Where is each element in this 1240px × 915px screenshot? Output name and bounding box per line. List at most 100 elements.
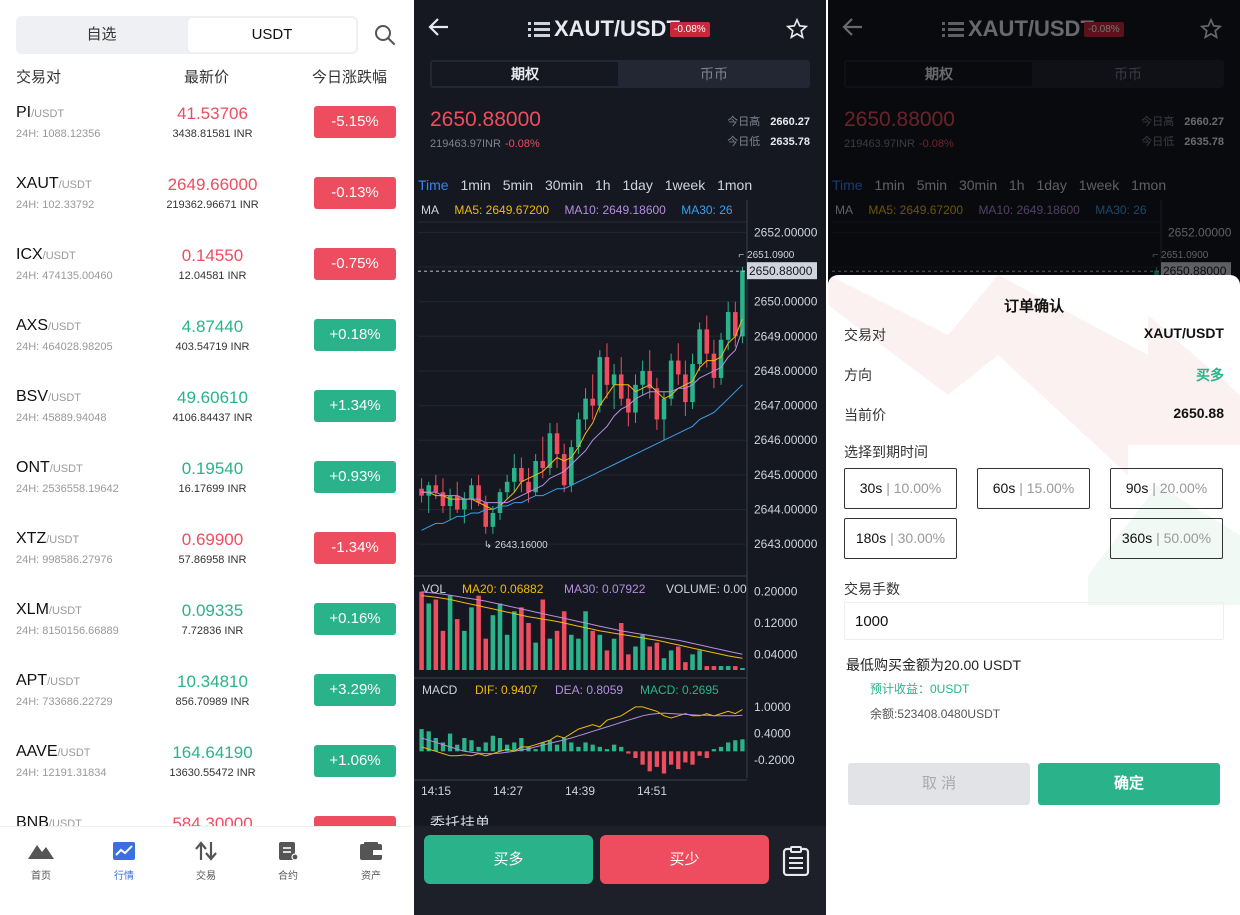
tab-label: 首页 (31, 871, 51, 882)
star-icon[interactable] (786, 18, 808, 40)
option-rate: 50.00% (1163, 530, 1212, 546)
interval-time[interactable]: Time (418, 177, 449, 193)
expiry-option-90s[interactable]: 90s | 20.00% (1110, 468, 1223, 509)
interval-5min[interactable]: 5min (503, 177, 533, 193)
volume-bar (476, 595, 481, 670)
back-arrow-icon[interactable] (428, 16, 450, 38)
tab-contract[interactable]: 合约 (258, 841, 318, 882)
base-symbol: AAVE (16, 743, 58, 760)
expiry-option-360s[interactable]: 360s | 50.00% (1110, 518, 1223, 559)
change-badge: +1.06% (314, 745, 396, 777)
interval-1day[interactable]: 1day (622, 177, 652, 193)
chart-header: XAUT/USDT -0.08% (414, 0, 826, 56)
volume-label: VOLUME: 0.00 (666, 582, 747, 596)
y-tick-label: 2646.00000 (754, 433, 818, 447)
expiry-option-30s[interactable]: 30s | 10.00% (844, 468, 957, 509)
confirm-button[interactable]: 确定 (1038, 763, 1220, 805)
volume-bar (740, 668, 745, 670)
tab-trade[interactable]: 交易 (176, 841, 236, 882)
interval-1mon[interactable]: 1mon (717, 177, 752, 193)
volume-bar (725, 666, 731, 670)
macd-value: MACD: 0.2695 (640, 683, 719, 697)
option-sep: | (1148, 480, 1160, 496)
interval-1min[interactable]: 1min (460, 177, 490, 193)
candle (426, 485, 431, 496)
tab-market[interactable]: 行情 (94, 841, 154, 882)
volume-bar (533, 642, 538, 670)
market-row[interactable]: AXS/USDT 24H: 464028.98205 4.87440 403.5471… (0, 311, 412, 382)
market-row[interactable]: ICX/USDT 24H: 474135.00460 0.14550 12.04581… (0, 240, 412, 311)
trade-buttons: 买多 买少 (414, 826, 826, 915)
macd-bar (740, 739, 745, 752)
volume-bar (597, 634, 603, 670)
interval-30min[interactable]: 30min (545, 177, 583, 193)
latest-price: 4.87440 (181, 317, 244, 336)
market-row[interactable]: PI/USDT 24H: 1088.12356 41.53706 3438.81581… (0, 98, 412, 169)
change-badge: +0.18% (314, 319, 396, 351)
market-row[interactable]: XLM/USDT 24H: 8150156.66889 0.09335 7.72836… (0, 595, 412, 666)
y-tick-label: 2652.00000 (754, 225, 818, 239)
expiry-option-180s[interactable]: 180s | 30.00% (844, 518, 957, 559)
macd-bar (455, 744, 460, 752)
volume-24h: 24H: 998586.27976 (16, 554, 113, 566)
pair-symbol: XTZ/USDT (16, 530, 79, 548)
quote-symbol: /USDT (46, 534, 80, 546)
tab-watchlist[interactable]: 自选 (16, 16, 187, 54)
market-row[interactable]: APT/USDT 24H: 733686.22729 10.34810 856.709… (0, 666, 412, 737)
pair-row: 交易对 XAUT/USDT (844, 325, 1224, 345)
search-icon[interactable] (374, 24, 396, 46)
candle (490, 512, 496, 527)
ma5-value: MA5: 2649.67200 (454, 203, 550, 217)
vol-ma20: MA20: 0.06882 (462, 582, 544, 596)
quantity-input[interactable] (845, 603, 1223, 639)
base-symbol: XAUT (16, 175, 59, 192)
price-inr: 57.86958 INR (178, 554, 247, 566)
balance-text: 余额:523408.0480USDT (870, 707, 1001, 721)
tab-home[interactable]: 首页 (11, 841, 71, 882)
change-badge: +1.34% (314, 390, 396, 422)
price-change: -0.08% (504, 138, 540, 150)
macd-bar (704, 751, 709, 758)
buy-long-button[interactable]: 买多 (424, 835, 593, 884)
market-row[interactable]: XTZ/USDT 24H: 998586.27976 0.69900 57.86958… (0, 524, 412, 595)
tab-assets[interactable]: 资产 (341, 841, 401, 882)
macd-bar (569, 742, 574, 752)
market-row[interactable]: ONT/USDT 24H: 2536558.19642 0.19540 16.1769… (0, 453, 412, 524)
tab-options[interactable]: 期权 (432, 62, 618, 86)
macd-bar (733, 740, 738, 752)
tab-spot[interactable]: 币币 (620, 62, 808, 86)
price-inr: 16.17699 INR (178, 483, 247, 495)
volume-bar (547, 638, 553, 670)
candle (668, 360, 674, 399)
change-badge: +0.16% (314, 603, 396, 635)
market-row[interactable]: AAVE/USDT 24H: 12191.31834 164.64190 13630.… (0, 737, 412, 808)
buy-short-button[interactable]: 买少 (600, 835, 769, 884)
interval-1week[interactable]: 1week (665, 177, 705, 193)
interval-1h[interactable]: 1h (595, 177, 611, 193)
market-row[interactable]: BSV/USDT 24H: 45889.94048 49.60610 4106.844… (0, 382, 412, 453)
volume-bar (690, 654, 695, 670)
macd-bar (676, 751, 681, 770)
quote-symbol: /USDT (48, 605, 82, 617)
option-time: 60s (992, 480, 1016, 496)
expiry-option-60s[interactable]: 60s | 15.00% (977, 468, 1090, 509)
pair-symbol: AAVE/USDT (16, 743, 91, 761)
latest-price: 0.09335 (181, 601, 244, 620)
kline-chart[interactable]: 2652.000002651.000002650.000002649.00000… (414, 200, 826, 810)
market-row[interactable]: XAUT/USDT 24H: 102.33792 2649.66000 219362.… (0, 169, 412, 240)
volume-bar (718, 666, 724, 670)
macd-bar (490, 735, 496, 752)
macd-label: MACD (422, 683, 458, 697)
candle (704, 329, 710, 354)
macd-bar (604, 749, 610, 752)
today-low: 今日低 2635.78 (727, 133, 810, 149)
pair-symbol: BSV/USDT (16, 388, 81, 406)
clipboard-icon[interactable] (782, 846, 810, 876)
cancel-button[interactable]: 取 消 (848, 763, 1030, 805)
volume-24h: 24H: 45889.94048 (16, 412, 107, 424)
volume-bar (604, 650, 610, 670)
x-tick-label: 14:15 (421, 784, 451, 798)
tab-label: 合约 (278, 871, 298, 882)
macd-bar (611, 744, 617, 752)
tab-usdt[interactable]: USDT (188, 18, 356, 52)
